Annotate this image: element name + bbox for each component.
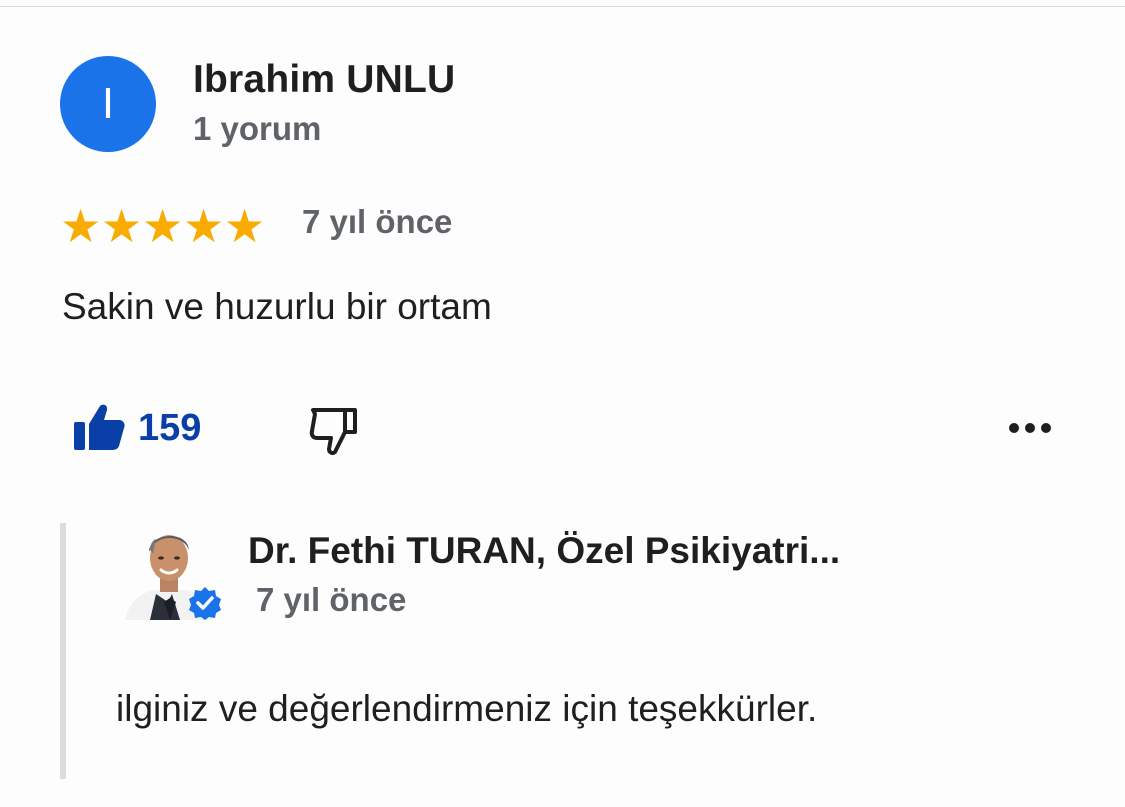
verified-badge-icon — [189, 587, 221, 620]
reply-text: ilginiz ve değerlendirmeniz için teşekkü… — [116, 688, 818, 729]
divider — [0, 6, 1125, 7]
star-icon: ★ — [183, 200, 225, 252]
dislike-button[interactable] — [300, 398, 364, 462]
avatar[interactable]: I — [60, 56, 156, 152]
star-icon: ★ — [101, 200, 143, 252]
more-horizontal-icon — [1009, 423, 1051, 433]
review-card: I Ibrahim UNLU 1 yorum ★ ★ ★ ★ ★ 7 yıl ö… — [0, 0, 1125, 807]
avatar-initial: I — [101, 79, 115, 128]
thumbs-down-icon — [309, 408, 357, 455]
owner-name[interactable]: Dr. Fethi TURAN, Özel Psikiyatri... — [248, 530, 840, 572]
reviewer-name[interactable]: Ibrahim UNLU — [193, 58, 455, 102]
like-button[interactable]: 159 — [70, 392, 201, 464]
star-icon: ★ — [60, 200, 102, 252]
reply-indent-bar — [60, 523, 66, 779]
owner-avatar[interactable] — [120, 520, 221, 620]
more-options-button[interactable] — [1000, 408, 1060, 448]
review-text: Sakin ve huzurlu bir ortam — [62, 286, 492, 327]
star-icon: ★ — [142, 200, 184, 252]
thumbs-up-icon — [74, 404, 125, 450]
review-count: 1 yorum — [193, 110, 322, 147]
like-count: 159 — [138, 406, 202, 449]
star-icon: ★ — [224, 200, 266, 252]
star-rating: ★ ★ ★ ★ ★ — [60, 200, 265, 252]
review-date: 7 yıl önce — [302, 203, 453, 240]
reply-date: 7 yıl önce — [256, 581, 407, 618]
